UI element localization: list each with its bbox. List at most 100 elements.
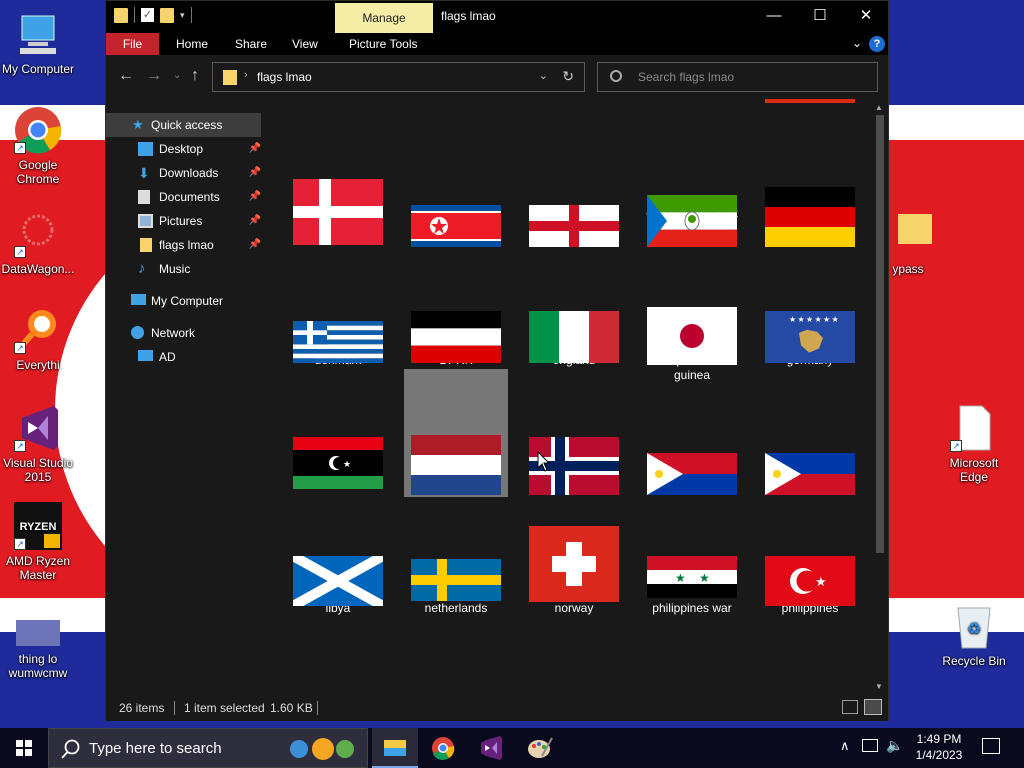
file-grid: antigua and barbudabelgiumbrazilcanada b… [266, 99, 888, 695]
file-item[interactable]: brazil [522, 99, 626, 221]
address-field[interactable]: › flags lmao ⌄ ↻ [212, 62, 585, 92]
minimize-button[interactable]: — [751, 1, 797, 31]
desktop-icon-everything[interactable]: ↗ Everythi [0, 306, 76, 372]
scroll-down-icon[interactable]: ▼ [875, 682, 883, 691]
taskbar-chrome[interactable] [420, 728, 466, 768]
download-icon: ⬇ [138, 165, 150, 181]
pin-icon[interactable]: 📌 [249, 233, 261, 257]
large-icons-view-button[interactable] [864, 699, 882, 715]
nav-item-my-computer[interactable]: My Computer [106, 289, 261, 313]
file-item[interactable] [404, 559, 508, 601]
everything-icon: ↗ [14, 306, 62, 354]
file-item[interactable]: belgium [404, 99, 508, 221]
svg-text:★: ★ [815, 575, 827, 590]
flag-england-thumbnail [522, 205, 626, 247]
window-title: flags lmao [441, 9, 496, 23]
maximize-button[interactable]: ☐ [797, 1, 843, 31]
search-placeholder[interactable]: Search flags lmao [638, 70, 734, 84]
volume-icon[interactable]: 🔈 [886, 737, 903, 754]
desktop-icon-my-computer[interactable]: My Computer [0, 10, 76, 76]
desktop-icon-chrome[interactable]: ↗ Google Chrome [0, 106, 76, 186]
svg-text:★: ★ [806, 315, 813, 324]
recent-locations-icon[interactable]: ⌄ [173, 67, 181, 85]
nav-item-downloads[interactable]: ⬇ Downloads 📌 [106, 161, 261, 185]
close-button[interactable]: ✕ [843, 1, 889, 31]
file-item[interactable] [522, 526, 626, 602]
file-item[interactable] [286, 556, 390, 606]
expand-ribbon-icon[interactable]: ⌄ [852, 36, 862, 50]
flag-greece-thumbnail [286, 321, 390, 363]
desktop-icon-thing[interactable]: thing lo wumwcmw [0, 618, 76, 680]
search-highlight-icon[interactable] [287, 734, 363, 764]
taskbar-paint[interactable] [516, 728, 562, 768]
pin-icon[interactable]: 📌 [249, 137, 261, 161]
computer-icon [131, 294, 146, 305]
clock-date: 1/4/2023 [915, 748, 963, 762]
pin-icon[interactable]: 📌 [249, 209, 261, 233]
taskbar-visual-studio[interactable] [468, 728, 514, 768]
desktop-icon-edge[interactable]: ↗ Microsoft Edge [936, 404, 1012, 484]
windows-icon [16, 740, 32, 756]
flag-switzerland-thumbnail [522, 526, 626, 602]
nav-item-network[interactable]: Network [106, 321, 261, 345]
flag-kosovo-thumbnail: ★ ★ ★ ★ ★ ★ [758, 311, 862, 363]
chevron-right-icon[interactable]: › [244, 69, 248, 81]
customize-toolbar-icon[interactable]: ▾ [180, 10, 185, 21]
tab-picture-tools[interactable]: Picture Tools [339, 33, 427, 55]
back-button[interactable]: ← [118, 67, 134, 85]
tab-home[interactable]: Home [166, 33, 218, 55]
scrollbar-thumb[interactable] [876, 115, 884, 553]
clock[interactable]: 1:49 PM 1/4/2023 [906, 731, 972, 763]
nav-item-flags-lmao[interactable]: flags lmao 📌 [106, 233, 261, 257]
show-hidden-icons-icon[interactable]: ∧ [840, 738, 850, 754]
flag-scotland-thumbnail [286, 556, 390, 606]
vertical-scrollbar[interactable]: ▲ ▼ [872, 99, 888, 695]
up-button[interactable]: ↑ [191, 67, 199, 85]
taskbar-file-explorer[interactable] [372, 728, 418, 768]
item-count: 26 items [119, 701, 165, 715]
desktop-icon-recycle-bin[interactable]: ♻ Recycle Bin [936, 602, 1012, 668]
search-field[interactable]: Search flags lmao [597, 62, 878, 92]
scroll-up-icon[interactable]: ▲ [875, 103, 883, 112]
title-bar[interactable]: ✓ ▾ Manage flags lmao — ☐ ✕ [106, 1, 888, 33]
nav-item-pictures[interactable]: Pictures 📌 [106, 209, 261, 233]
flag-japan-thumbnail [640, 307, 744, 365]
notifications-icon[interactable] [982, 738, 1000, 754]
visual-studio-icon [481, 736, 502, 760]
nav-item-desktop[interactable]: Desktop 📌 [106, 137, 261, 161]
help-button[interactable]: ? [869, 36, 885, 52]
desktop-icon-visual-studio[interactable]: ↗ Visual Studio 2015 [0, 404, 76, 484]
desktop-icon-datawagon[interactable]: ↗ DataWagon... [0, 210, 76, 276]
details-view-button[interactable] [842, 700, 858, 714]
new-folder-icon[interactable] [160, 7, 174, 23]
properties-icon[interactable]: ✓ [141, 8, 154, 22]
svg-text:★: ★ [675, 571, 686, 585]
folder-icon [223, 70, 237, 85]
pin-icon[interactable]: 📌 [249, 185, 261, 209]
address-text[interactable]: flags lmao [257, 70, 312, 84]
start-button[interactable] [0, 728, 48, 768]
file-item[interactable]: ★ [758, 556, 862, 606]
network-status-icon[interactable] [862, 739, 878, 752]
svg-text:★: ★ [343, 460, 351, 470]
monitor-icon [138, 350, 153, 361]
svg-text:★: ★ [798, 315, 805, 324]
forward-button[interactable]: → [146, 67, 162, 85]
nav-item-quick-access[interactable]: ★ Quick access [106, 113, 261, 137]
documents-icon [138, 190, 150, 204]
file-item[interactable]: ★ ★ [640, 556, 744, 598]
pin-icon[interactable]: 📌 [249, 161, 261, 185]
chevron-down-icon[interactable]: ⌄ [539, 69, 548, 82]
taskbar-search[interactable]: Type here to search [48, 728, 368, 768]
nav-item-ad[interactable]: AD [106, 345, 261, 369]
refresh-icon[interactable]: ↻ [562, 68, 574, 85]
tab-share[interactable]: Share [225, 33, 277, 55]
nav-item-documents[interactable]: Documents 📌 [106, 185, 261, 209]
nav-item-music[interactable]: ♪ Music [106, 257, 261, 281]
tab-manage[interactable]: Manage [335, 3, 433, 33]
desktop-icon-ryzen-master[interactable]: RYZEN ↗ AMD Ryzen Master [0, 502, 76, 582]
folder-icon [884, 210, 934, 258]
search-icon [61, 739, 80, 759]
tab-view[interactable]: View [282, 33, 328, 55]
tab-file[interactable]: File [106, 33, 159, 55]
